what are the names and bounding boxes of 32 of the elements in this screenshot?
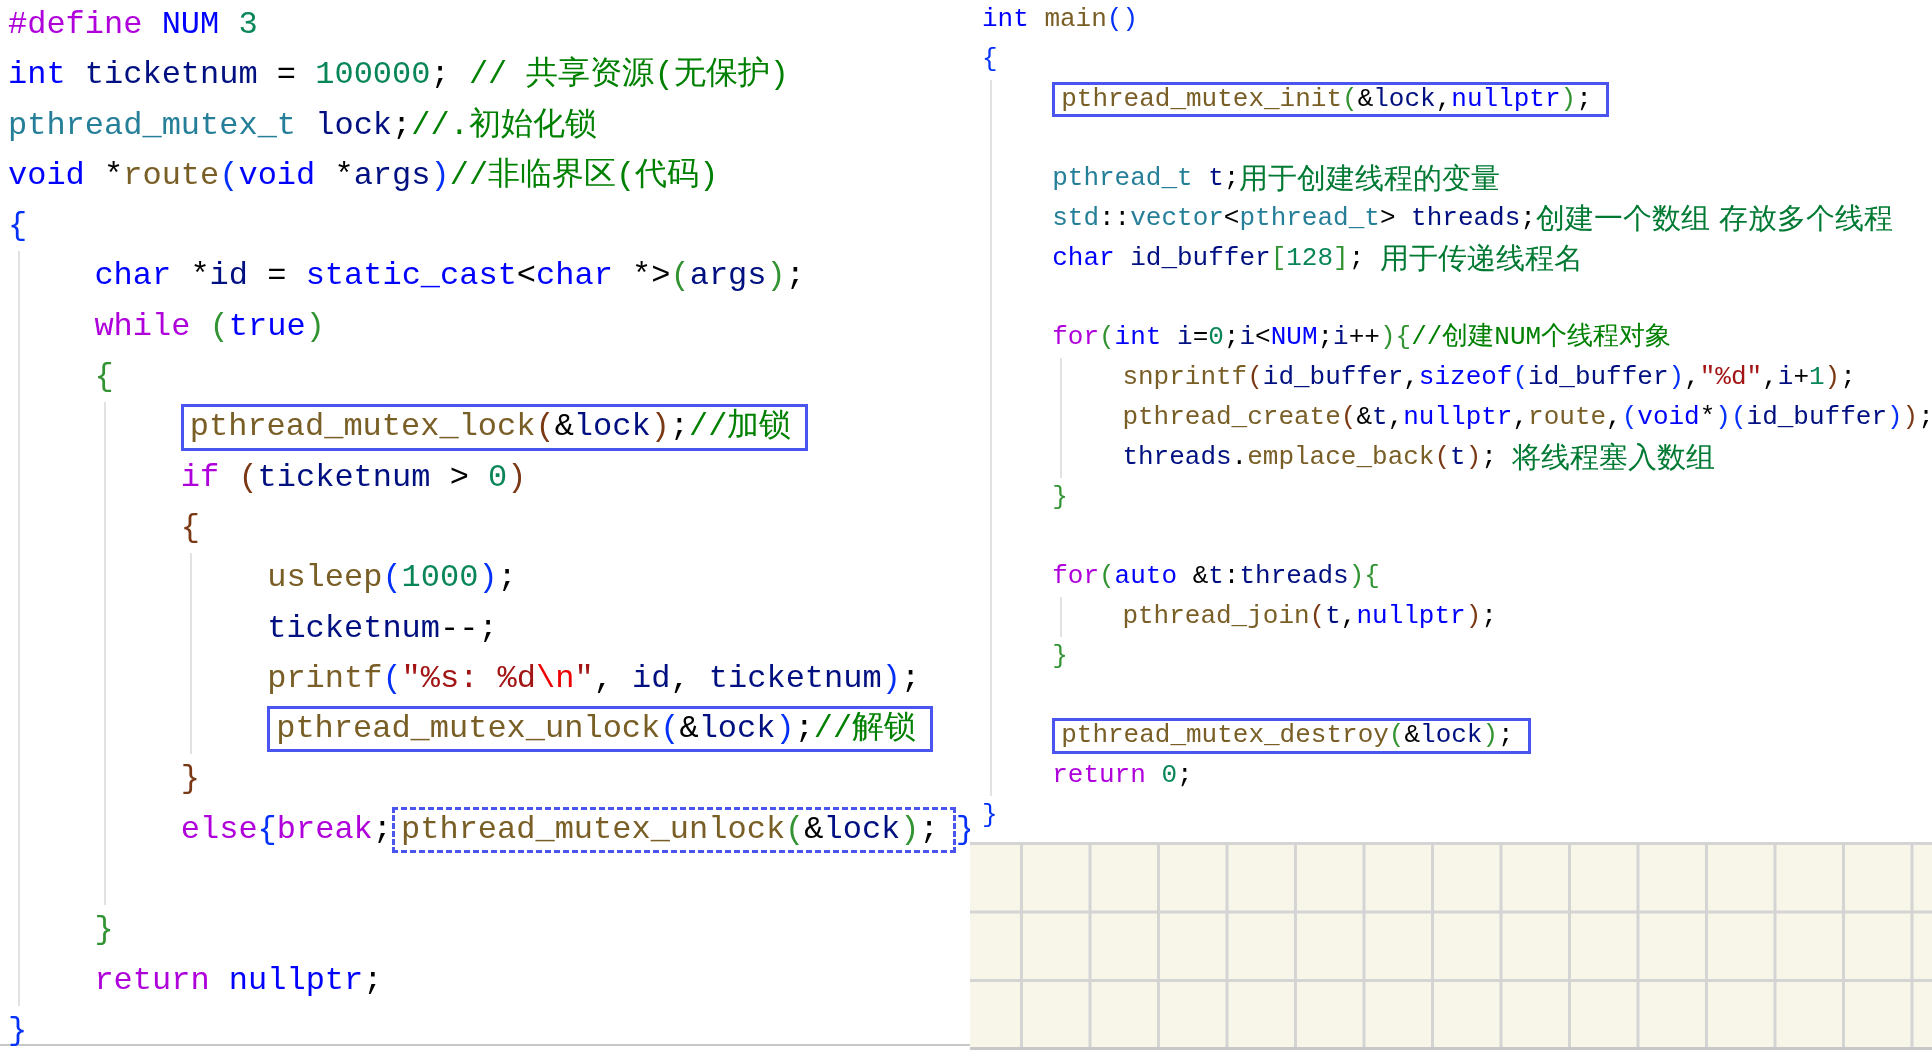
code-line: snprintf(id_buffer,sizeof(id_buffer),"%d",i+1);	[1122, 361, 1856, 395]
code-line: usleep(1000);	[267, 558, 517, 599]
code-line: int ticketnum = 100000; // 共享资源(无保护)	[8, 55, 789, 96]
code-line: return nullptr;	[94, 960, 383, 1001]
code-line: }	[8, 1010, 28, 1050]
code-line: while (true)	[94, 306, 325, 347]
code-line: }	[1052, 480, 1068, 514]
code-line: char *id = static_cast<char *>(args);	[94, 256, 805, 297]
code-line: pthread_t t;用于创建线程的变量	[1052, 160, 1501, 198]
code-line: printf("%s: %d\n", id, ticketnum);	[267, 658, 921, 699]
code-line: ticketnum--;	[267, 608, 498, 649]
code-line: char id_buffer[128]; 用于传递线程名	[1052, 239, 1583, 277]
code-line: }	[982, 798, 998, 832]
code-line: for(int i=0;i<NUM;i++){//创建NUM个线程对象	[1052, 321, 1672, 355]
code-line: }	[1052, 639, 1068, 673]
code-line: int main()	[982, 3, 1139, 36]
code-line: pthread_create(&t,nullptr,route,(void*)(id_buffer));	[1122, 400, 1932, 434]
code-line: std::vector<pthread_t> threads;创建一个数组 存放多个线程	[1052, 200, 1894, 237]
code-line: {	[94, 357, 114, 398]
code-line: {	[8, 206, 28, 247]
code-line: {	[982, 42, 998, 76]
code-line: }	[94, 910, 114, 951]
code-line: {	[180, 507, 200, 548]
code-line: pthread_join(t,nullptr);	[1122, 599, 1497, 633]
code-line: pthread_mutex_t lock;//.初始化锁	[8, 105, 597, 146]
code-line: return 0;	[1052, 759, 1193, 793]
code-line: #define NUM 3	[8, 5, 258, 45]
code-line: if (ticketnum > 0)	[180, 457, 527, 498]
code-line: threads.emplace_back(t); 将线程塞入数组	[1122, 438, 1716, 476]
code-line: }	[180, 759, 200, 800]
code-line: for(auto &t:threads){	[1052, 560, 1380, 594]
code-line: void *route(void *args)//非临界区(代码)	[8, 155, 719, 196]
